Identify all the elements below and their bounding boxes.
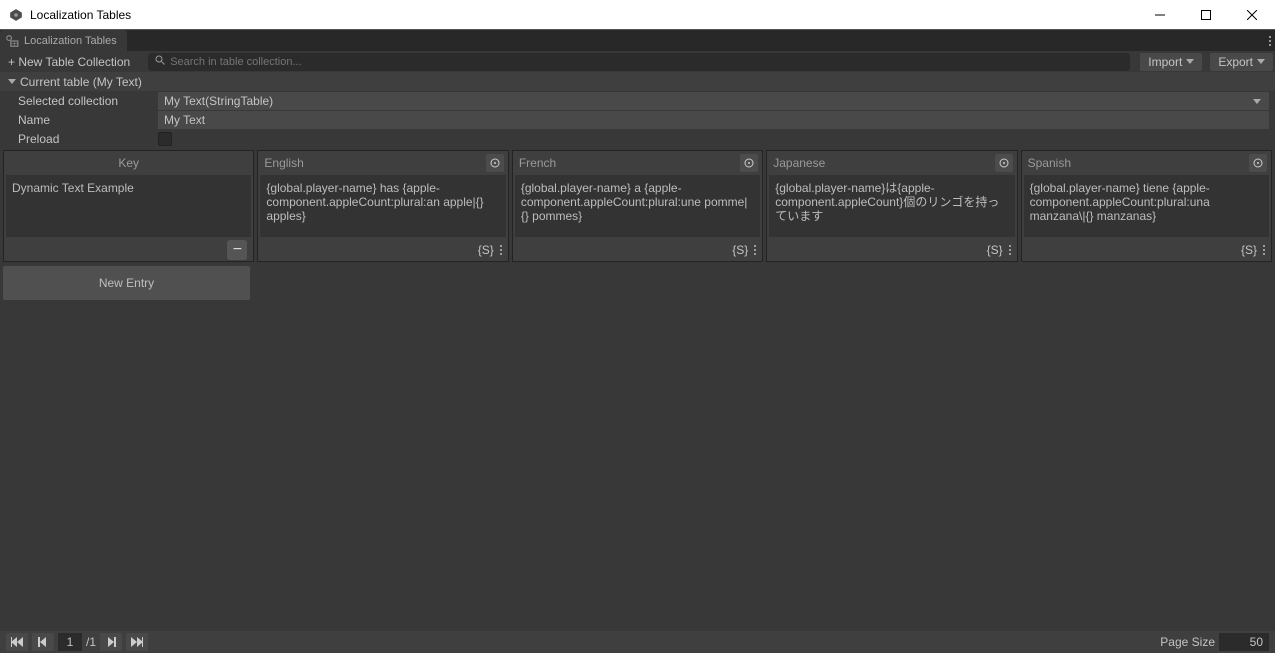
spanish-label: Spanish [1028,156,1071,170]
preload-checkbox[interactable] [158,132,172,146]
name-label: Name [18,113,148,127]
selected-collection-label: Selected collection [18,94,148,108]
export-label: Export [1218,55,1253,69]
minimize-button[interactable] [1137,0,1183,30]
last-page-button[interactable] [126,633,148,651]
remove-entry-button[interactable]: − [227,240,247,260]
tab-label: Localization Tables [24,35,117,47]
selected-collection-value: My Text(StringTable) [164,94,273,108]
page-size-label: Page Size [1160,635,1215,649]
french-column: French {global.player-name} a {apple-com… [512,150,763,262]
locale-context-button[interactable] [486,154,504,172]
name-row: Name [0,110,1275,129]
japanese-header: Japanese [767,151,1016,175]
preload-row: Preload [0,129,1275,148]
new-table-collection-button[interactable]: + New Table Collection [0,51,138,72]
import-label: Import [1148,55,1182,69]
key-cell[interactable]: Dynamic Text Example [6,175,251,237]
key-header: Key [4,151,253,175]
english-header: English [258,151,507,175]
search-icon [154,54,166,69]
page-number-input[interactable] [58,633,82,651]
french-label: French [519,156,556,170]
english-label: English [264,156,303,170]
pagination-bar: /1 Page Size [0,631,1275,653]
import-button[interactable]: Import [1140,53,1202,71]
foldout-icon [8,79,16,84]
table-row: Key Dynamic Text Example − English {glob… [0,148,1275,262]
english-cell[interactable]: {global.player-name} has {apple-componen… [260,175,505,237]
spanish-column: Spanish {global.player-name} tiene {appl… [1021,150,1272,262]
french-cell[interactable]: {global.player-name} a {apple-component.… [515,175,760,237]
locale-context-button[interactable] [995,154,1013,172]
spanish-header: Spanish [1022,151,1271,175]
preload-label: Preload [18,132,148,146]
window-title: Localization Tables [30,8,131,22]
window-titlebar: Localization Tables [0,0,1275,30]
search-input[interactable] [170,56,1124,68]
cell-options-button[interactable] [754,245,756,255]
english-column: English {global.player-name} has {apple-… [257,150,508,262]
locale-context-button[interactable] [740,154,758,172]
page-total: /1 [86,635,96,649]
tab-options-button[interactable] [1269,30,1271,51]
cell-options-button[interactable] [1009,245,1011,255]
current-table-label: Current table (My Text) [20,75,142,89]
export-button[interactable]: Export [1210,53,1273,71]
close-button[interactable] [1229,0,1275,30]
chevron-down-icon [1257,59,1265,64]
french-header: French [513,151,762,175]
key-column: Key Dynamic Text Example − [3,150,254,262]
spanish-cell[interactable]: {global.player-name} tiene {apple-compon… [1024,175,1269,237]
current-table-header[interactable]: Current table (My Text) [0,72,1275,91]
localization-icon [4,33,20,49]
empty-area [0,304,1275,631]
first-page-button[interactable] [6,633,28,651]
maximize-button[interactable] [1183,0,1229,30]
page-size-input[interactable] [1219,633,1269,651]
smart-format-tag[interactable]: {S} [987,243,1003,257]
smart-format-tag[interactable]: {S} [732,243,748,257]
smart-format-tag[interactable]: {S} [478,243,494,257]
table-area: Key Dynamic Text Example − English {glob… [0,148,1275,631]
new-entry-button[interactable]: New Entry [3,266,250,300]
tab-bar: Localization Tables [0,30,1275,51]
tab-localization-tables[interactable]: Localization Tables [0,30,127,51]
cell-options-button[interactable] [500,245,502,255]
japanese-cell[interactable]: {global.player-name}は{apple-component.ap… [769,175,1014,237]
toolbar: + New Table Collection Import Export [0,51,1275,72]
next-page-button[interactable] [100,633,122,651]
japanese-column: Japanese {global.player-name}は{apple-com… [766,150,1017,262]
app-icon [8,7,24,23]
locale-context-button[interactable] [1249,154,1267,172]
cell-options-button[interactable] [1263,245,1265,255]
selected-collection-row: Selected collection My Text(StringTable) [0,91,1275,110]
prev-page-button[interactable] [32,633,54,651]
japanese-label: Japanese [773,156,825,170]
selected-collection-dropdown[interactable]: My Text(StringTable) [158,92,1269,110]
search-field[interactable] [148,53,1130,71]
name-field[interactable] [158,111,1269,129]
chevron-down-icon [1186,59,1194,64]
smart-format-tag[interactable]: {S} [1241,243,1257,257]
name-input[interactable] [164,113,1263,127]
